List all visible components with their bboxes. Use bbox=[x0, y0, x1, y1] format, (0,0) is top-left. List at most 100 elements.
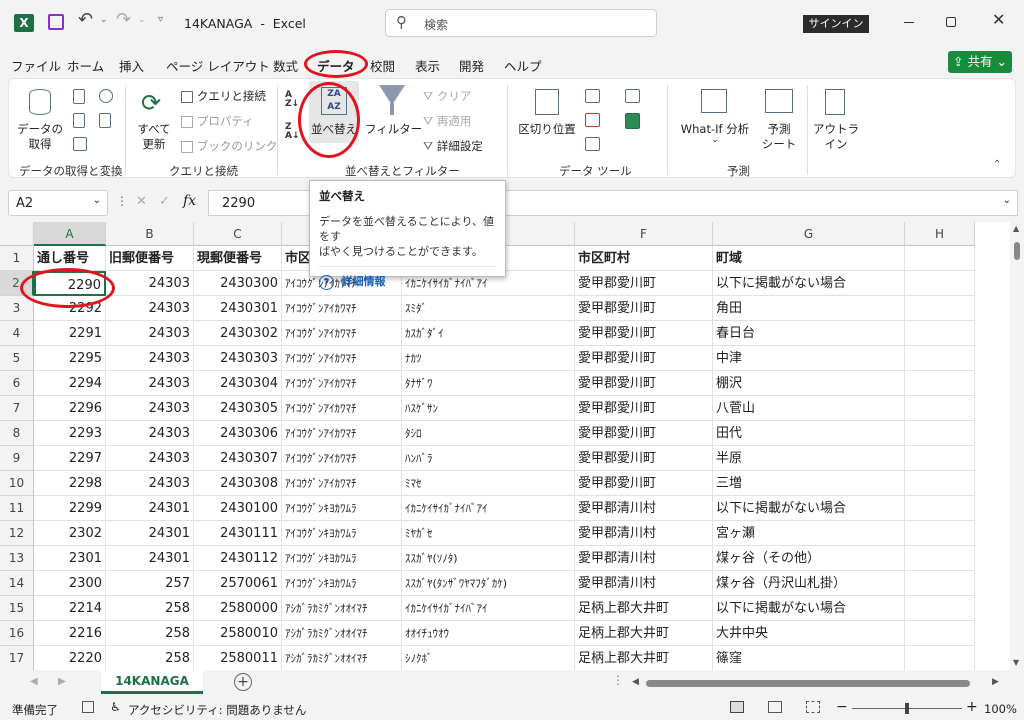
table-cell[interactable]: 足柄上郡大井町 bbox=[575, 621, 713, 646]
table-cell[interactable]: ﾊｽｹﾞｻﾝ bbox=[402, 396, 575, 421]
page-layout-view-icon[interactable] bbox=[768, 701, 782, 713]
table-cell[interactable]: 258 bbox=[106, 596, 194, 621]
table-cell[interactable]: 24303 bbox=[106, 421, 194, 446]
table-cell[interactable]: 棚沢 bbox=[713, 371, 905, 396]
advanced-filter-button[interactable]: ⛛ 詳細設定 bbox=[423, 138, 483, 154]
tab-page-layout[interactable]: ページ レイアウト bbox=[166, 56, 270, 75]
row-header[interactable]: 5 bbox=[0, 346, 34, 371]
table-cell[interactable]: 2291 bbox=[34, 321, 106, 346]
signin-button[interactable]: サインイン bbox=[803, 15, 869, 33]
accessibility-status[interactable]: アクセシビリティ: 問題ありません bbox=[128, 702, 306, 718]
table-cell[interactable]: ﾀﾅｻﾞﾜ bbox=[402, 371, 575, 396]
table-cell[interactable] bbox=[905, 396, 975, 421]
table-cell[interactable]: 24301 bbox=[106, 521, 194, 546]
table-cell[interactable]: 八菅山 bbox=[713, 396, 905, 421]
recent-sources-icon[interactable] bbox=[99, 113, 111, 128]
table-cell[interactable]: 24303 bbox=[106, 321, 194, 346]
table-cell[interactable]: 2214 bbox=[34, 596, 106, 621]
table-cell[interactable]: 2430306 bbox=[194, 421, 282, 446]
table-cell[interactable]: ｱｲｺｳｸﾞﾝｱｲｶﾜﾏﾁ bbox=[282, 321, 402, 346]
search-box[interactable]: ⚲ 検索 bbox=[385, 9, 657, 37]
more-options-icon[interactable]: ⋮ bbox=[116, 194, 128, 208]
table-cell[interactable]: 篠窪 bbox=[713, 646, 905, 670]
maximize-icon[interactable] bbox=[946, 17, 956, 27]
table-cell[interactable]: 2430112 bbox=[194, 546, 282, 571]
table-cell[interactable]: 愛甲郡愛川町 bbox=[575, 271, 713, 296]
table-cell[interactable]: 2220 bbox=[34, 646, 106, 670]
table-cell[interactable]: 角田 bbox=[713, 296, 905, 321]
table-cell[interactable] bbox=[905, 496, 975, 521]
table-cell[interactable] bbox=[905, 471, 975, 496]
row-header[interactable]: 11 bbox=[0, 496, 34, 521]
collapse-ribbon-icon[interactable]: ⌃ bbox=[993, 159, 1001, 170]
save-icon[interactable] bbox=[48, 14, 64, 30]
table-cell[interactable]: 2293 bbox=[34, 421, 106, 446]
table-cell[interactable]: ｱｼｶﾞﾗｶﾐｸﾞﾝｵｵｲﾏﾁ bbox=[282, 596, 402, 621]
table-cell[interactable]: ﾐﾔｶﾞｾ bbox=[402, 521, 575, 546]
table-cell[interactable]: 愛甲郡愛川町 bbox=[575, 471, 713, 496]
table-cell[interactable]: 以下に掲載がない場合 bbox=[713, 271, 905, 296]
table-cell[interactable]: ｼﾉｸﾎﾞ bbox=[402, 646, 575, 670]
queries-connections-button[interactable]: クエリと接続 bbox=[181, 88, 266, 104]
row-header[interactable]: 13 bbox=[0, 546, 34, 571]
table-cell[interactable]: 2295 bbox=[34, 346, 106, 371]
forecast-sheet-button[interactable]: 予測 シート bbox=[757, 85, 801, 155]
zoom-slider-thumb[interactable] bbox=[905, 703, 909, 714]
column-header-f[interactable]: F bbox=[575, 222, 713, 246]
table-cell[interactable]: 2580011 bbox=[194, 646, 282, 670]
table-cell[interactable]: 以下に掲載がない場合 bbox=[713, 596, 905, 621]
get-data-button[interactable]: データの 取得 bbox=[17, 85, 63, 155]
workbook-links-button[interactable]: ブックのリンク bbox=[181, 138, 277, 154]
table-cell[interactable] bbox=[905, 521, 975, 546]
from-web-icon[interactable] bbox=[99, 89, 113, 103]
row-header[interactable]: 17 bbox=[0, 646, 34, 670]
table-cell[interactable]: ｱｲｺｳｸﾞﾝｱｲｶﾜﾏﾁ bbox=[282, 396, 402, 421]
name-box[interactable]: A2 ⌄ bbox=[8, 190, 108, 216]
tab-view[interactable]: 表示 bbox=[415, 56, 440, 75]
header-cell[interactable]: 町域 bbox=[713, 246, 905, 271]
table-cell[interactable]: 24301 bbox=[106, 496, 194, 521]
table-cell[interactable]: ﾐﾏｾ bbox=[402, 471, 575, 496]
scroll-thumb[interactable] bbox=[1014, 242, 1020, 260]
zoom-in-icon[interactable]: + bbox=[966, 699, 978, 715]
table-cell[interactable]: ｱｲｺｳｸﾞﾝｱｲｶﾜﾏﾁ bbox=[282, 296, 402, 321]
table-cell[interactable] bbox=[905, 271, 975, 296]
table-cell[interactable]: 愛甲郡清川村 bbox=[575, 571, 713, 596]
table-cell[interactable]: 2430307 bbox=[194, 446, 282, 471]
table-cell[interactable] bbox=[905, 446, 975, 471]
table-cell[interactable]: 春日台 bbox=[713, 321, 905, 346]
data-validation-icon[interactable] bbox=[585, 137, 600, 151]
scroll-down-icon[interactable]: ▼ bbox=[1013, 658, 1019, 667]
table-cell[interactable]: 足柄上郡大井町 bbox=[575, 596, 713, 621]
table-cell[interactable]: 2430301 bbox=[194, 296, 282, 321]
table-cell[interactable]: 愛甲郡清川村 bbox=[575, 521, 713, 546]
cancel-icon[interactable]: ✕ bbox=[136, 194, 147, 209]
table-cell[interactable]: 2430300 bbox=[194, 271, 282, 296]
table-cell[interactable]: ﾀｼﾛ bbox=[402, 421, 575, 446]
macro-record-icon[interactable] bbox=[82, 701, 94, 713]
zoom-slider[interactable] bbox=[852, 703, 962, 714]
table-cell[interactable]: 2430303 bbox=[194, 346, 282, 371]
insert-function-icon[interactable]: fx bbox=[183, 193, 196, 209]
normal-view-icon[interactable] bbox=[730, 701, 744, 713]
table-cell[interactable]: 2298 bbox=[34, 471, 106, 496]
table-cell[interactable]: ｱｲｺｳｸﾞﾝｱｲｶﾜﾏﾁ bbox=[282, 471, 402, 496]
page-break-view-icon[interactable] bbox=[806, 701, 820, 713]
table-cell[interactable]: 2294 bbox=[34, 371, 106, 396]
refresh-all-button[interactable]: ⟳ すべて 更新 bbox=[131, 85, 177, 155]
zoom-out-icon[interactable]: − bbox=[836, 699, 848, 715]
table-cell[interactable]: ｱｲｺｳｸﾞﾝｱｲｶﾜﾏﾁ bbox=[282, 346, 402, 371]
table-cell[interactable] bbox=[905, 546, 975, 571]
expand-formula-icon[interactable]: ⌄ bbox=[1003, 195, 1011, 206]
table-cell[interactable] bbox=[905, 596, 975, 621]
table-cell[interactable]: 2430304 bbox=[194, 371, 282, 396]
scroll-left-icon[interactable]: ◀ bbox=[632, 677, 639, 687]
redo-icon[interactable]: ↷ bbox=[116, 9, 131, 30]
column-header-b[interactable]: B bbox=[106, 222, 194, 246]
table-cell[interactable]: ｵｵｲﾁｭｳｵｳ bbox=[402, 621, 575, 646]
text-to-columns-button[interactable]: 区切り位置 bbox=[515, 85, 579, 145]
row-header[interactable]: 8 bbox=[0, 421, 34, 446]
table-cell[interactable]: ｽｽｶﾞﾔ(ｿﾉﾀ) bbox=[402, 546, 575, 571]
table-cell[interactable]: 24303 bbox=[106, 271, 194, 296]
horizontal-scrollbar[interactable] bbox=[646, 680, 970, 687]
